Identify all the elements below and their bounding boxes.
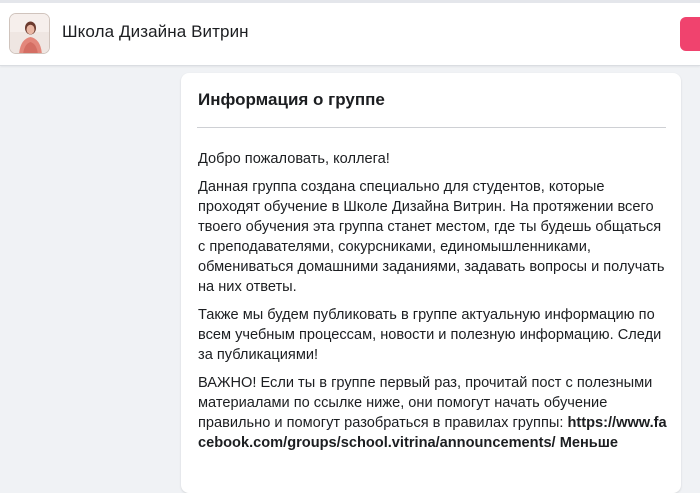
about-group-card: Информация о группе Добро пожаловать, ко… — [181, 73, 681, 493]
greeting-text: Добро пожаловать, коллега! — [198, 151, 390, 167]
group-avatar[interactable] — [9, 13, 50, 54]
description-paragraph: Также мы будем публиковать в группе акту… — [198, 307, 662, 363]
description-paragraph: Данная группа создана специально для сту… — [198, 179, 665, 295]
group-name[interactable]: Школа Дизайна Витрин — [62, 22, 249, 42]
see-less-button[interactable]: Меньше — [560, 435, 618, 451]
top-divider — [0, 0, 700, 3]
join-group-button[interactable] — [680, 17, 700, 51]
card-divider — [197, 127, 666, 128]
avatar-photo-icon — [10, 14, 49, 53]
group-description: Добро пожаловать, коллега! Данная группа… — [198, 149, 668, 461]
about-title: Информация о группе — [198, 90, 385, 109]
group-header-bar: Школа Дизайна Витрин — [0, 0, 700, 66]
important-paragraph: ВАЖНО! Если ты в группе первый раз, проч… — [198, 373, 668, 453]
